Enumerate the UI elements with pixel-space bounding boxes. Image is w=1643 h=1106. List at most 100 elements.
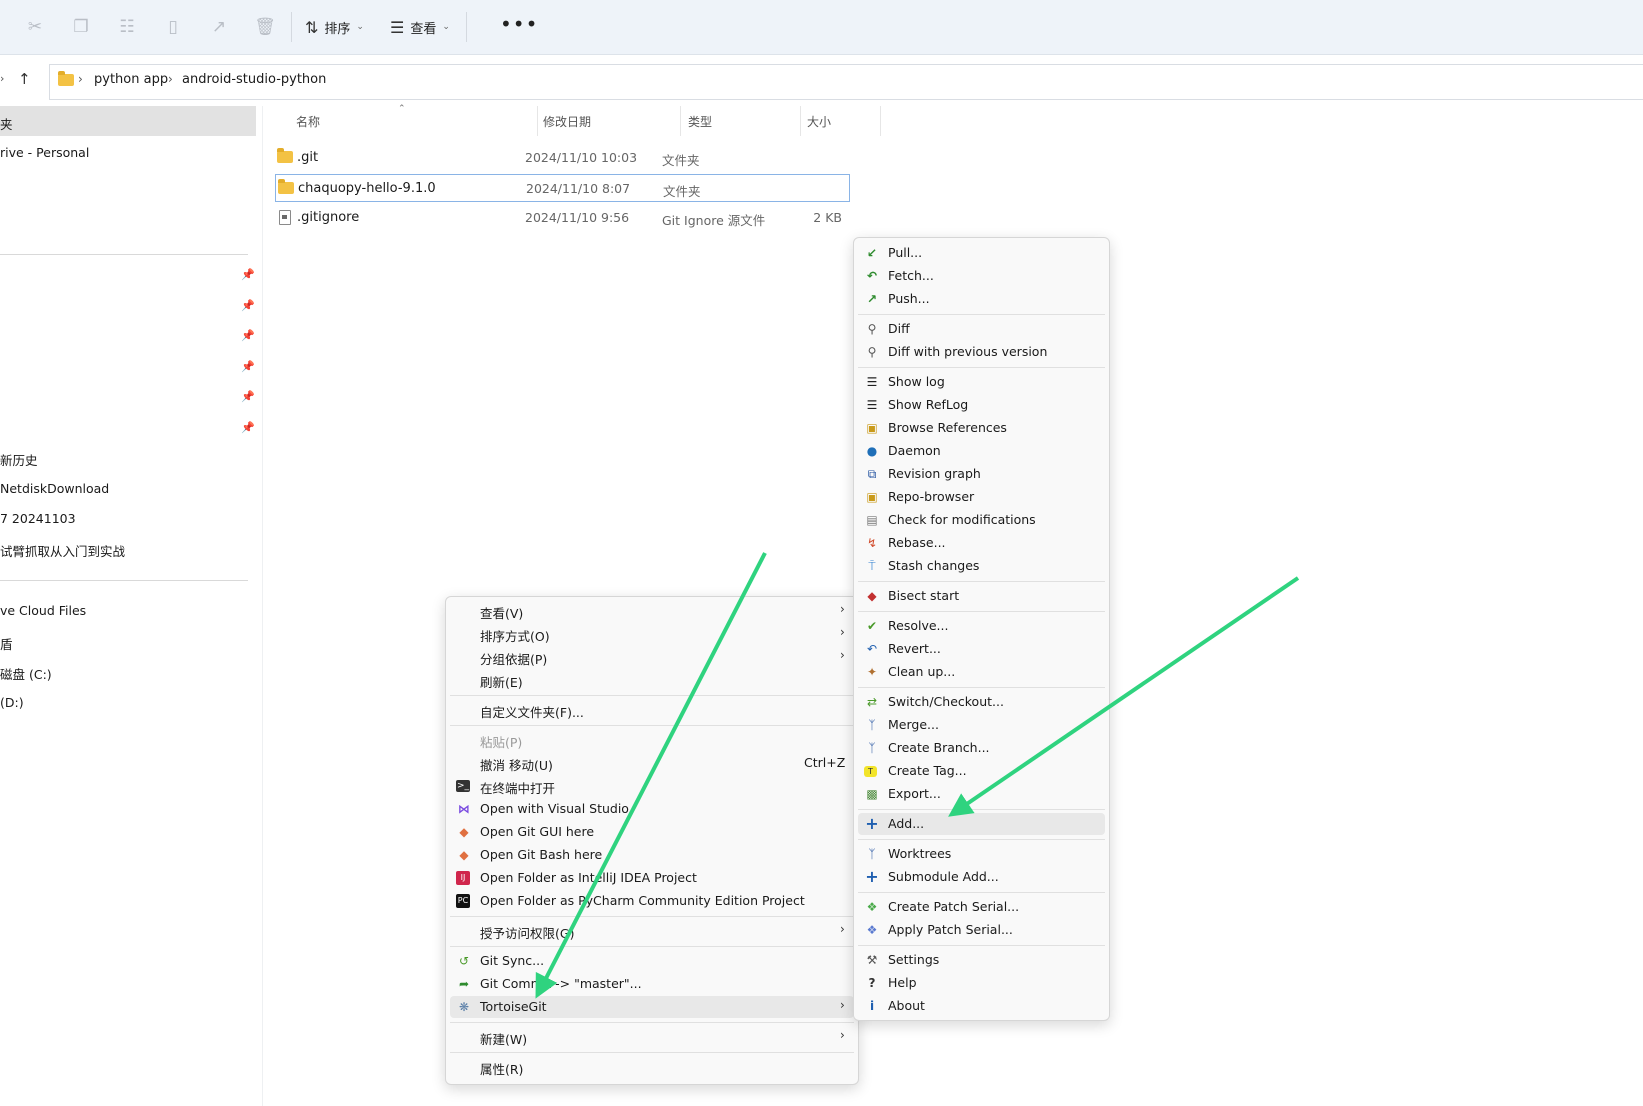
column-header-date[interactable]: 修改日期 — [543, 113, 591, 130]
pin-icon[interactable]: 📌 — [241, 329, 255, 342]
show-log-icon: ☰ — [866, 375, 878, 389]
menu-item-diff[interactable]: ⚲ Diff — [858, 318, 1105, 340]
menu-item-tortoisegit[interactable]: ❋ TortoiseGit › — [450, 996, 854, 1018]
menu-item-open-pycharm[interactable]: PC Open Folder as PyCharm Community Edit… — [450, 890, 854, 912]
share-icon[interactable]: ↗ — [208, 16, 230, 38]
menu-item-push[interactable]: ↗ Push... — [858, 288, 1105, 310]
menu-item-browse-references[interactable]: ▣ Browse References — [858, 417, 1105, 439]
pin-icon[interactable]: 📌 — [241, 299, 255, 312]
menu-item-create-tag[interactable]: T Create Tag... — [858, 760, 1105, 782]
sort-label: 排序 — [324, 21, 351, 37]
menu-item-create-patch-serial[interactable]: ❖ Create Patch Serial... — [858, 896, 1105, 918]
menu-item-worktrees[interactable]: ᛉ Worktrees — [858, 843, 1105, 865]
up-arrow-icon[interactable]: ↑ — [18, 70, 31, 88]
menu-item-revert[interactable]: ↶ Revert... — [858, 638, 1105, 660]
file-row[interactable]: .gitignore 2024/11/10 9:56 Git Ignore 源文… — [275, 204, 850, 232]
menu-item-stash-changes[interactable]: ⍑ Stash changes — [858, 555, 1105, 577]
breadcrumb-python-app[interactable]: python app — [94, 72, 168, 87]
menu-item-open-git-bash[interactable]: ◆ Open Git Bash here — [450, 844, 854, 866]
menu-item-check-modifications[interactable]: ▤ Check for modifications — [858, 509, 1105, 531]
menu-item-add[interactable]: + Add... — [858, 813, 1105, 835]
column-divider[interactable] — [880, 106, 881, 136]
nav-item-folder[interactable]: 夹 — [0, 114, 13, 133]
menu-item-show-log[interactable]: ☰ Show log — [858, 371, 1105, 393]
pin-icon[interactable]: 📌 — [241, 360, 255, 373]
menu-item-rebase[interactable]: ↯ Rebase... — [858, 532, 1105, 554]
diff-previous-icon: ⚲ — [867, 345, 877, 359]
menu-item-export[interactable]: ▩ Export... — [858, 783, 1105, 805]
column-divider[interactable] — [537, 106, 538, 136]
paste-icon[interactable]: ☷ — [116, 16, 138, 38]
column-header-size[interactable]: 大小 — [807, 113, 831, 130]
menu-item-create-branch[interactable]: ᛉ Create Branch... — [858, 737, 1105, 759]
back-arrow-icon[interactable]: › — [0, 72, 4, 85]
menu-item-clean-up[interactable]: ✦ Clean up... — [858, 661, 1105, 683]
stash-icon: ⍑ — [868, 559, 876, 573]
menu-item-customize-folder[interactable]: 自定义文件夹(F)... — [450, 699, 854, 721]
menu-item-show-reflog[interactable]: ☰ Show RefLog — [858, 394, 1105, 416]
file-row[interactable]: .git 2024/11/10 10:03 文件夹 — [275, 144, 850, 172]
menu-item-grant-access[interactable]: 授予访问权限(G) › — [450, 920, 854, 942]
menu-item-about[interactable]: i About — [858, 995, 1105, 1017]
menu-item-repo-browser[interactable]: ▣ Repo-browser — [858, 486, 1105, 508]
menu-item-open-terminal[interactable]: >_ 在终端中打开 — [450, 775, 854, 797]
menu-item-diff-previous[interactable]: ⚲ Diff with previous version — [858, 341, 1105, 363]
nav-item-drive-d[interactable]: (D:) — [0, 695, 24, 710]
menu-item-fetch[interactable]: ↶ Fetch... — [858, 265, 1105, 287]
column-header-type[interactable]: 类型 — [688, 113, 712, 130]
sort-button[interactable]: ⇅ 排序 ⌄ — [305, 14, 364, 40]
menu-item-git-commit[interactable]: ➦ Git Commit -> "master"... — [450, 973, 854, 995]
breadcrumb-android-studio-python[interactable]: android-studio-python — [182, 72, 326, 87]
more-options-button[interactable]: ••• — [500, 12, 538, 36]
menu-item-open-visual-studio[interactable]: ⋈ Open with Visual Studio — [450, 798, 854, 820]
menu-item-properties[interactable]: 属性(R) — [450, 1056, 854, 1078]
menu-item-daemon[interactable]: ● Daemon — [858, 440, 1105, 462]
menu-item-resolve[interactable]: ✔ Resolve... — [858, 615, 1105, 637]
menu-item-bisect-start[interactable]: ◆ Bisect start — [858, 585, 1105, 607]
nav-item-20241103[interactable]: 7 20241103 — [0, 511, 76, 526]
settings-icon: ⚒ — [866, 953, 878, 967]
breadcrumb-separator-icon[interactable]: › — [78, 72, 83, 86]
view-button[interactable]: ☰ 查看 ⌄ — [390, 14, 450, 40]
pin-icon[interactable]: 📌 — [241, 390, 255, 403]
nav-item-netdisk[interactable]: NetdiskDownload — [0, 481, 109, 496]
address-bar[interactable]: › python app › android-studio-python — [49, 64, 1643, 100]
column-header-name[interactable]: 名称 — [296, 113, 320, 130]
menu-item-switch-checkout[interactable]: ⇄ Switch/Checkout... — [858, 691, 1105, 713]
menu-item-pull[interactable]: ↙ Pull... — [858, 242, 1105, 264]
menu-item-revision-graph[interactable]: ⧉ Revision graph — [858, 463, 1105, 485]
menu-item-group-by[interactable]: 分组依据(P) › — [450, 646, 854, 668]
column-divider[interactable] — [800, 106, 801, 136]
delete-icon[interactable]: 🗑 — [254, 16, 276, 38]
pin-icon[interactable]: 📌 — [241, 421, 255, 434]
cut-icon[interactable]: ✂ — [24, 16, 46, 38]
nav-item-history[interactable]: 新历史 — [0, 450, 38, 469]
nav-item-cloud-files[interactable]: ve Cloud Files — [0, 603, 86, 618]
menu-item-merge[interactable]: ᛉ Merge... — [858, 714, 1105, 736]
menu-item-help[interactable]: ? Help — [858, 972, 1105, 994]
cleanup-icon: ✦ — [866, 665, 878, 679]
rename-icon[interactable]: ▯ — [162, 16, 184, 38]
menu-item-refresh[interactable]: 刷新(E) — [450, 669, 854, 691]
menu-item-apply-patch-serial[interactable]: ❖ Apply Patch Serial... — [858, 919, 1105, 941]
menu-item-undo-move[interactable]: 撤消 移动(U) Ctrl+Z — [450, 752, 854, 774]
copy-icon[interactable]: ❐ — [70, 16, 92, 38]
menu-item-open-git-gui[interactable]: ◆ Open Git GUI here — [450, 821, 854, 843]
menu-item-new[interactable]: 新建(W) › — [450, 1026, 854, 1048]
command-bar: ✂ ❐ ☷ ▯ ↗ 🗑 ⇅ 排序 ⌄ ☰ 查看 ⌄ ••• — [0, 0, 1643, 55]
nav-item-onedrive[interactable]: rive - Personal — [0, 145, 89, 160]
menu-item-view[interactable]: 查看(V) › — [450, 600, 854, 622]
pin-icon[interactable]: 📌 — [241, 268, 255, 281]
menu-item-settings[interactable]: ⚒ Settings — [858, 949, 1105, 971]
menu-item-open-intellij[interactable]: IJ Open Folder as IntelliJ IDEA Project — [450, 867, 854, 889]
nav-item-drive-c[interactable]: 磁盘 (C:) — [0, 664, 52, 683]
file-row-selected[interactable]: chaquopy-hello-9.1.0 2024/11/10 8:07 文件夹 — [275, 174, 850, 202]
menu-item-sort-by[interactable]: 排序方式(O) › — [450, 623, 854, 645]
breadcrumb-separator-icon[interactable]: › — [168, 72, 173, 86]
menu-item-submodule-add[interactable]: + Submodule Add... — [858, 866, 1105, 888]
nav-item-desktop[interactable]: 盾 — [0, 634, 13, 653]
nav-divider — [0, 254, 248, 255]
menu-item-git-sync[interactable]: ↺ Git Sync... — [450, 950, 854, 972]
nav-item-arm-grasp[interactable]: 试臂抓取从入门到实战 — [0, 541, 125, 560]
column-divider[interactable] — [680, 106, 681, 136]
